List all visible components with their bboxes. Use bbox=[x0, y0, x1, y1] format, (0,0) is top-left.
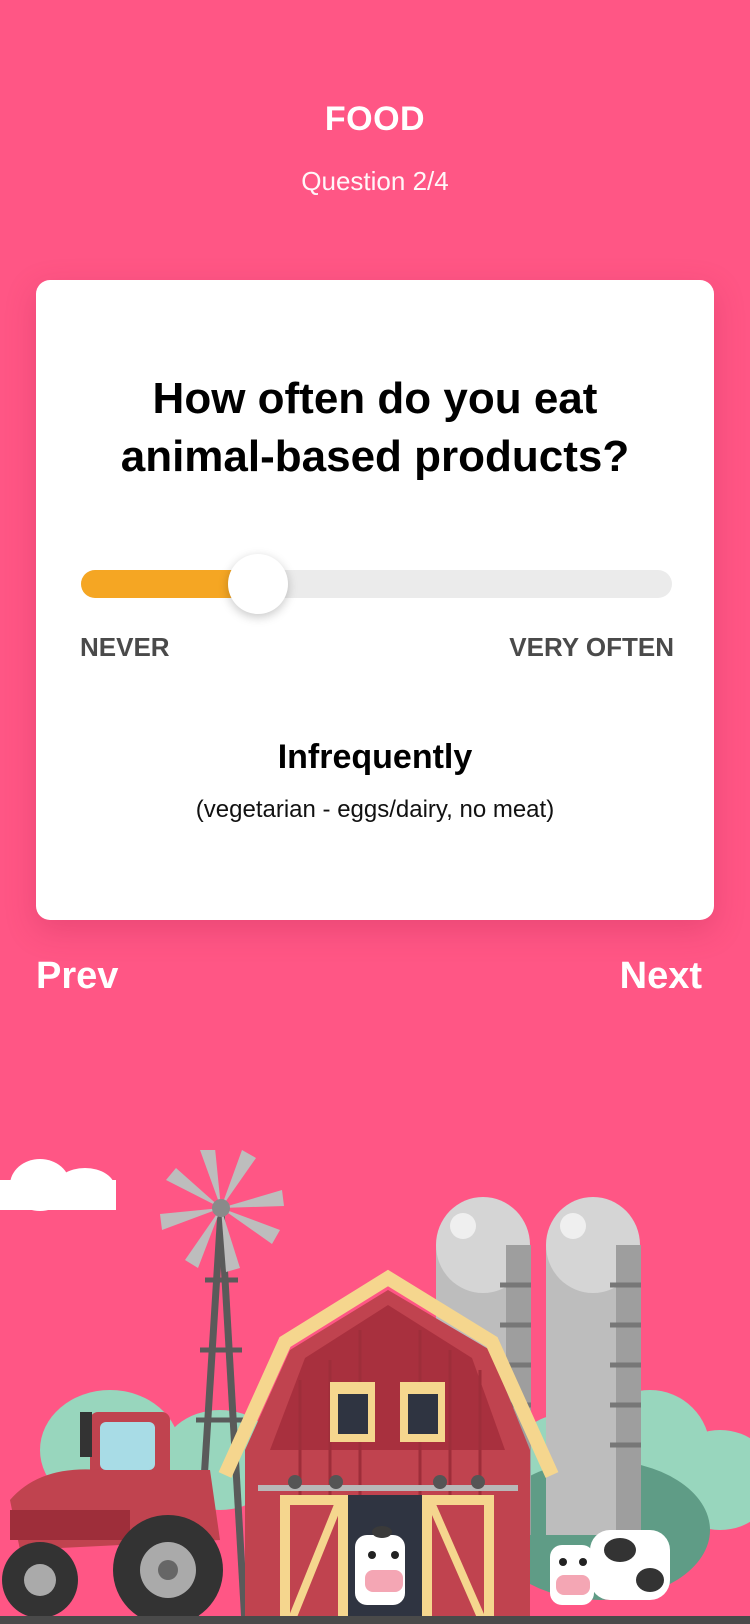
question-card: How often do you eat animal-based produc… bbox=[36, 280, 714, 920]
question-counter: Question 2/4 bbox=[301, 166, 449, 196]
ground bbox=[0, 1616, 750, 1624]
answer-title: Infrequently bbox=[277, 738, 473, 776]
slider-max-label: VERY OFTEN bbox=[509, 632, 674, 662]
question-text: How often do you eat animal-based produc… bbox=[120, 374, 630, 481]
farm-illustration bbox=[0, 1150, 750, 1624]
slider-min-label: NEVER bbox=[80, 632, 170, 662]
slider-thumb[interactable] bbox=[228, 554, 289, 614]
frequency-slider[interactable] bbox=[81, 554, 672, 614]
next-button[interactable]: Next bbox=[620, 955, 702, 998]
answer-description: (vegetarian - eggs/dairy, no meat) bbox=[195, 796, 555, 823]
category-title: FOOD bbox=[324, 100, 426, 138]
cloud-icon bbox=[0, 1159, 116, 1211]
prev-button[interactable]: Prev bbox=[36, 955, 118, 998]
